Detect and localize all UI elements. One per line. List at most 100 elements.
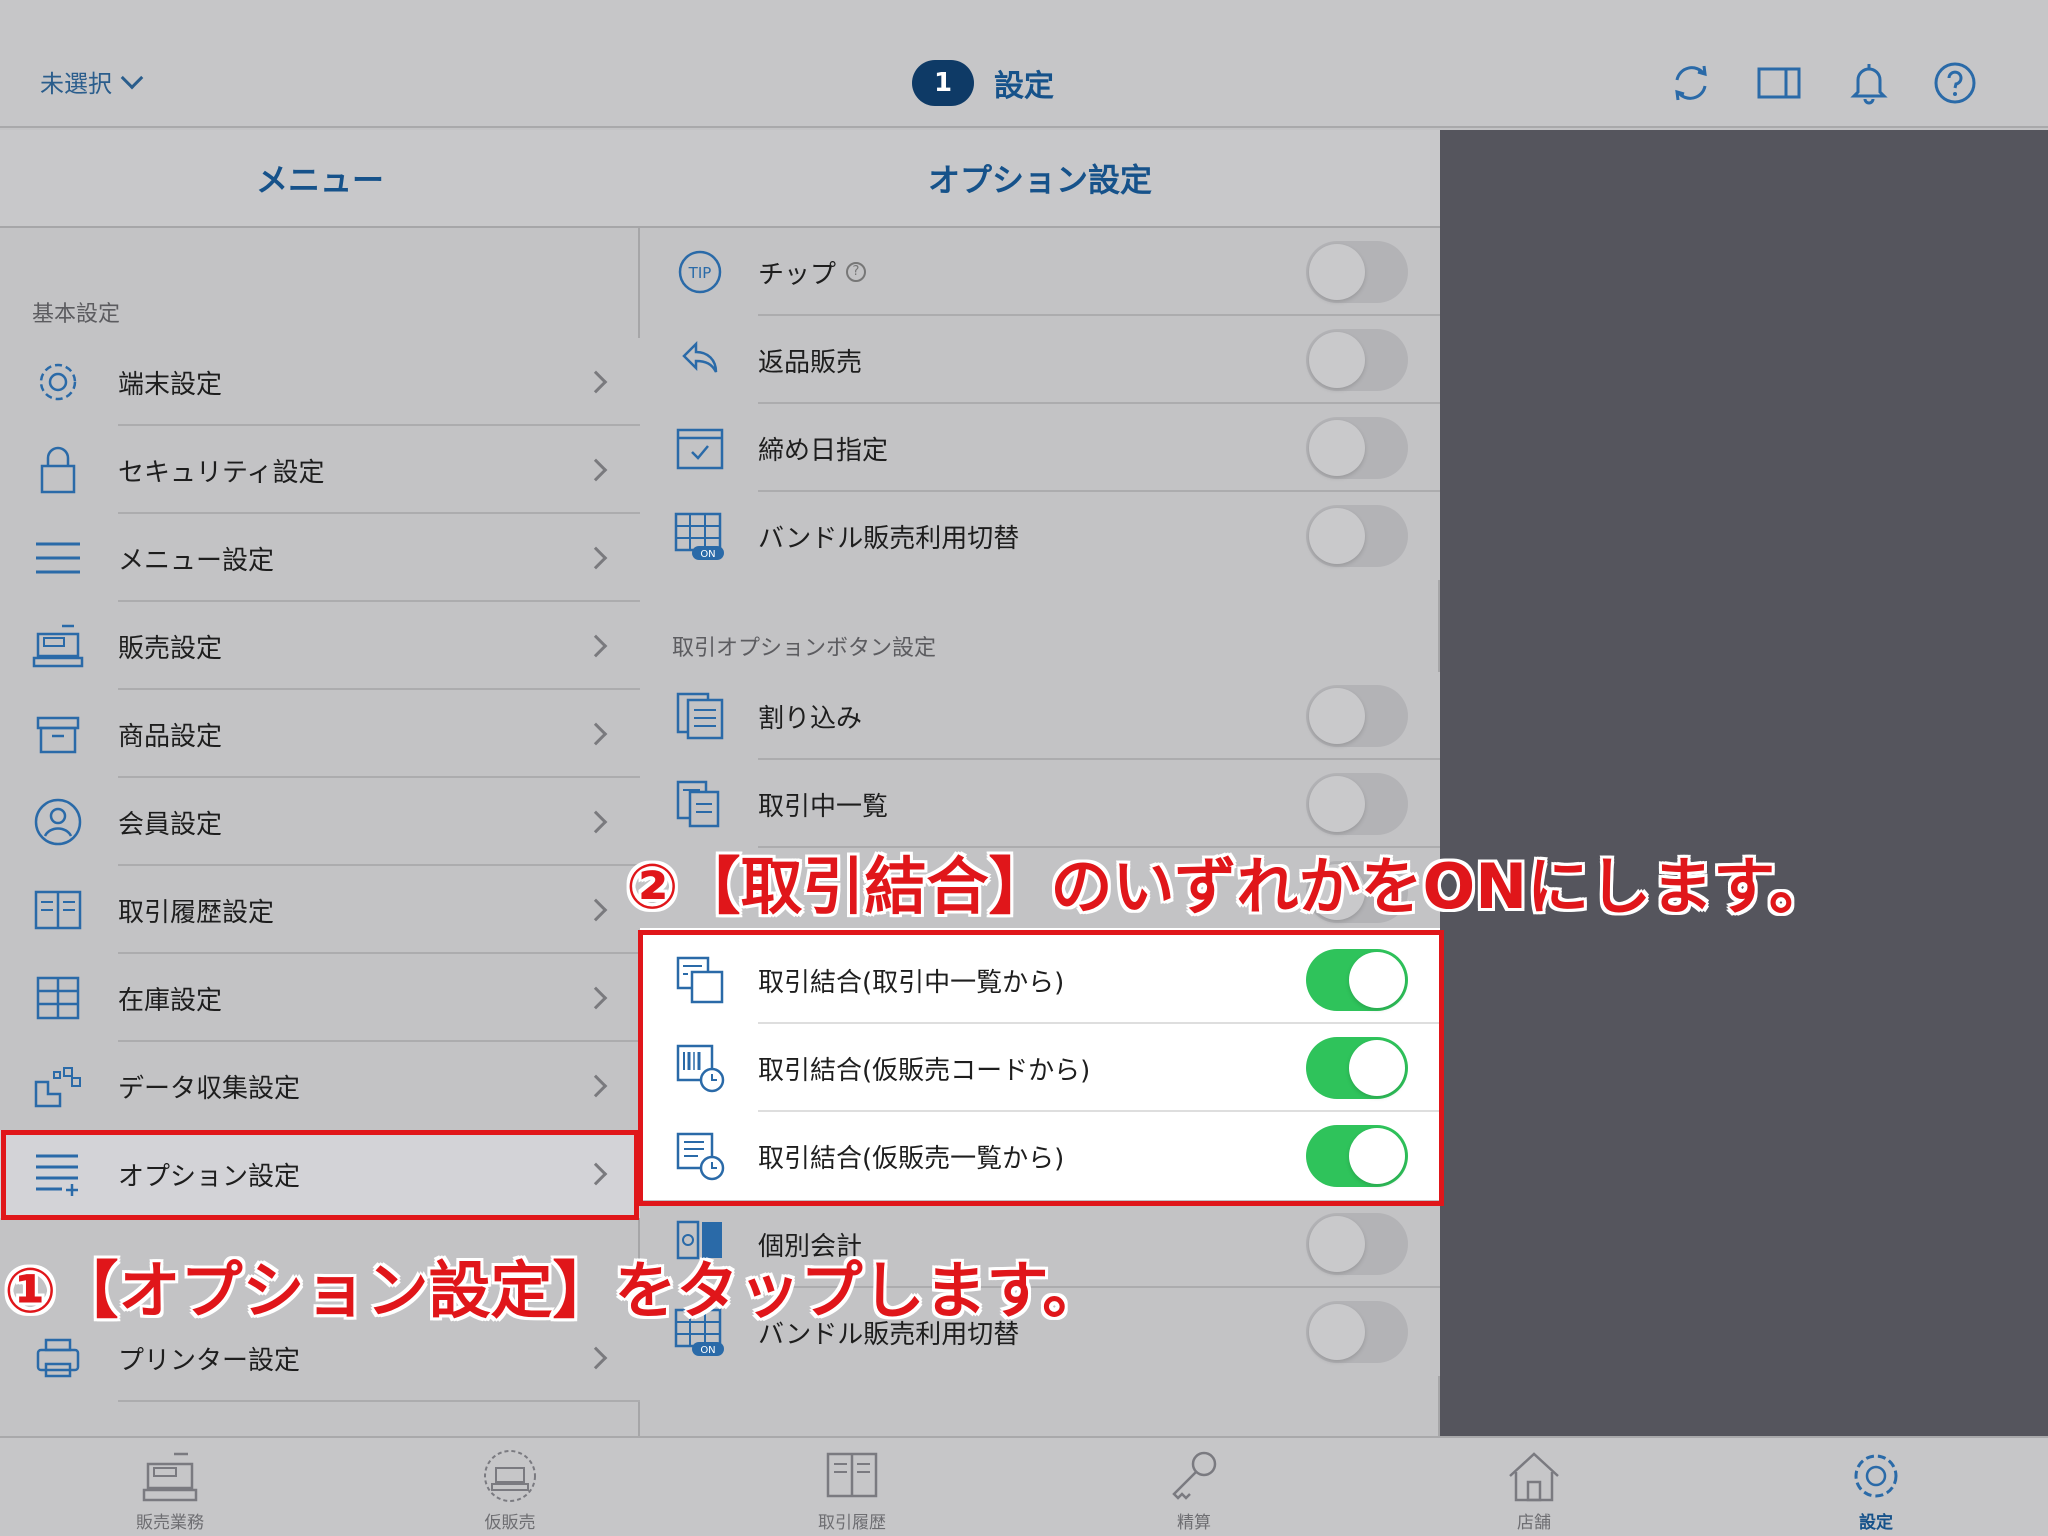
tab-store[interactable]: 店舗: [1434, 1448, 1634, 1536]
info-icon[interactable]: ?: [846, 262, 866, 282]
shop-selector-label: 未選択: [40, 70, 112, 98]
chevron-right-icon: [584, 810, 608, 834]
section-basic-settings: 基本設定: [32, 302, 121, 327]
toggle-knob: [1309, 420, 1365, 476]
menu-item-label: 取引履歴設定: [118, 897, 275, 928]
toggle-switch[interactable]: [1306, 417, 1408, 479]
return-icon: [682, 340, 718, 373]
tab-label: 販売業務: [136, 1513, 204, 1533]
documents-arrows-icon: [676, 780, 720, 828]
menu-item-inventory[interactable]: 在庫設定: [0, 954, 640, 1042]
menu-item-label: メニュー設定: [118, 545, 275, 576]
annotation-step-1: ①【オプション設定】をタップします。: [4, 1254, 1105, 1327]
tab-label: 仮販売: [484, 1513, 536, 1533]
menu-item-label: 会員設定: [118, 809, 223, 840]
toggle-switch[interactable]: [1306, 329, 1408, 391]
toggle-knob: [1309, 332, 1365, 388]
toggle-switch[interactable]: [1306, 241, 1408, 303]
tab-history[interactable]: 取引履歴: [752, 1448, 952, 1536]
menu-item-data-collection[interactable]: データ収集設定: [0, 1042, 640, 1130]
option-label: 割り込み: [758, 703, 863, 734]
menu-item-sales[interactable]: 販売設定: [0, 602, 640, 690]
option-interrupt: 割り込み: [640, 672, 1440, 760]
menu-item-label: 端末設定: [118, 369, 223, 400]
chevron-right-icon: [584, 458, 608, 482]
gear-icon: [1854, 1454, 1898, 1498]
detail-pane: [1440, 130, 2048, 1436]
section-transaction-option-buttons: 取引オプションボタン設定: [672, 636, 937, 661]
menu-item-security[interactable]: セキュリティ設定: [0, 426, 640, 514]
chevron-right-icon: [584, 546, 608, 570]
chevron-right-icon: [584, 722, 608, 746]
option-transaction-list: 取引中一覧: [640, 760, 1440, 848]
option-bundle: ON バンドル販売利用切替: [640, 492, 1440, 580]
toggle-switch[interactable]: [1306, 773, 1408, 835]
toggle-switch[interactable]: [1306, 1213, 1408, 1275]
menu-item-label: プリンター設定: [118, 1345, 301, 1376]
menu-item-label: 販売設定: [118, 633, 223, 664]
menu-item-device[interactable]: 端末設定: [0, 338, 640, 426]
option-closing-date: 締め日指定: [640, 404, 1440, 492]
tab-label: 店舗: [1517, 1513, 1551, 1533]
annotation-step-2: ②【取引結合】のいずれかをONにします。: [626, 850, 1831, 923]
menu-item-history[interactable]: 取引履歴設定: [0, 866, 640, 954]
toggle-switch[interactable]: [1306, 1301, 1408, 1363]
option-label: 取引中一覧: [758, 791, 889, 822]
chevron-down-icon: [120, 66, 144, 89]
book-icon: [826, 1452, 878, 1498]
menu-item-menu[interactable]: メニュー設定: [0, 514, 640, 602]
divider: [118, 1400, 640, 1402]
top-bar: 未選択 1 設定: [0, 0, 2048, 128]
toggle-knob: [1309, 508, 1365, 564]
help-icon[interactable]: [1932, 60, 1978, 106]
option-tip: TIP チップ ?: [640, 228, 1440, 316]
register-icon: [32, 624, 84, 668]
documents-icon: [676, 692, 724, 740]
split-view-icon[interactable]: [1756, 60, 1802, 106]
toggle-switch[interactable]: [1306, 685, 1408, 747]
tab-settlement[interactable]: 精算: [1094, 1448, 1294, 1536]
gear-icon: [39, 363, 77, 401]
svg-text:ON: ON: [700, 1345, 715, 1356]
box-icon: [36, 716, 80, 754]
menu-item-members[interactable]: 会員設定: [0, 778, 640, 866]
chevron-right-icon: [584, 898, 608, 922]
menu-lines-icon: [36, 542, 80, 574]
book-icon: [34, 890, 82, 930]
key-icon: [1172, 1451, 1217, 1500]
svg-text:ON: ON: [700, 549, 715, 560]
sync-icon[interactable]: [1668, 60, 1714, 106]
data-icon: [34, 1067, 81, 1108]
shop-selector[interactable]: 未選択: [40, 64, 144, 99]
step-badge: 1: [912, 60, 974, 106]
menu-item-label: セキュリティ設定: [118, 457, 325, 488]
tab-label: 設定: [1859, 1513, 1893, 1533]
chevron-right-icon: [584, 1346, 608, 1370]
tab-sales[interactable]: 販売業務: [70, 1448, 270, 1536]
tab-pending-sale[interactable]: 仮販売: [410, 1448, 610, 1536]
svg-text:TIP: TIP: [688, 264, 712, 282]
toggle-knob: [1309, 1216, 1365, 1272]
option-label: チップ: [758, 259, 837, 290]
calendar-icon: [676, 428, 724, 470]
options-title: オプション設定: [640, 130, 1440, 228]
toggle-knob: [1309, 244, 1365, 300]
toggle-knob: [1309, 688, 1365, 744]
tab-bar: 販売業務 仮販売 取引履歴 精算 店舗 設定: [0, 1436, 2048, 1536]
toggle-switch[interactable]: [1306, 505, 1408, 567]
option-label: 返品販売: [758, 347, 863, 378]
tab-label: 取引履歴: [818, 1513, 886, 1533]
register-icon: [142, 1452, 198, 1502]
annotation-box-merge-toggles: [638, 930, 1444, 1206]
menu-item-products[interactable]: 商品設定: [0, 690, 640, 778]
person-icon: [34, 798, 82, 846]
bell-icon[interactable]: [1846, 60, 1892, 106]
tip-icon: TIP: [678, 250, 722, 294]
printer-icon: [36, 1338, 80, 1378]
toggle-knob: [1309, 1304, 1365, 1360]
menu-item-label: データ収集設定: [118, 1073, 301, 1104]
chevron-right-icon: [584, 634, 608, 658]
tab-settings[interactable]: 設定: [1776, 1448, 1976, 1536]
annotation-box-options-menu: [1, 1130, 639, 1220]
option-return-sale: 返品販売: [640, 316, 1440, 404]
